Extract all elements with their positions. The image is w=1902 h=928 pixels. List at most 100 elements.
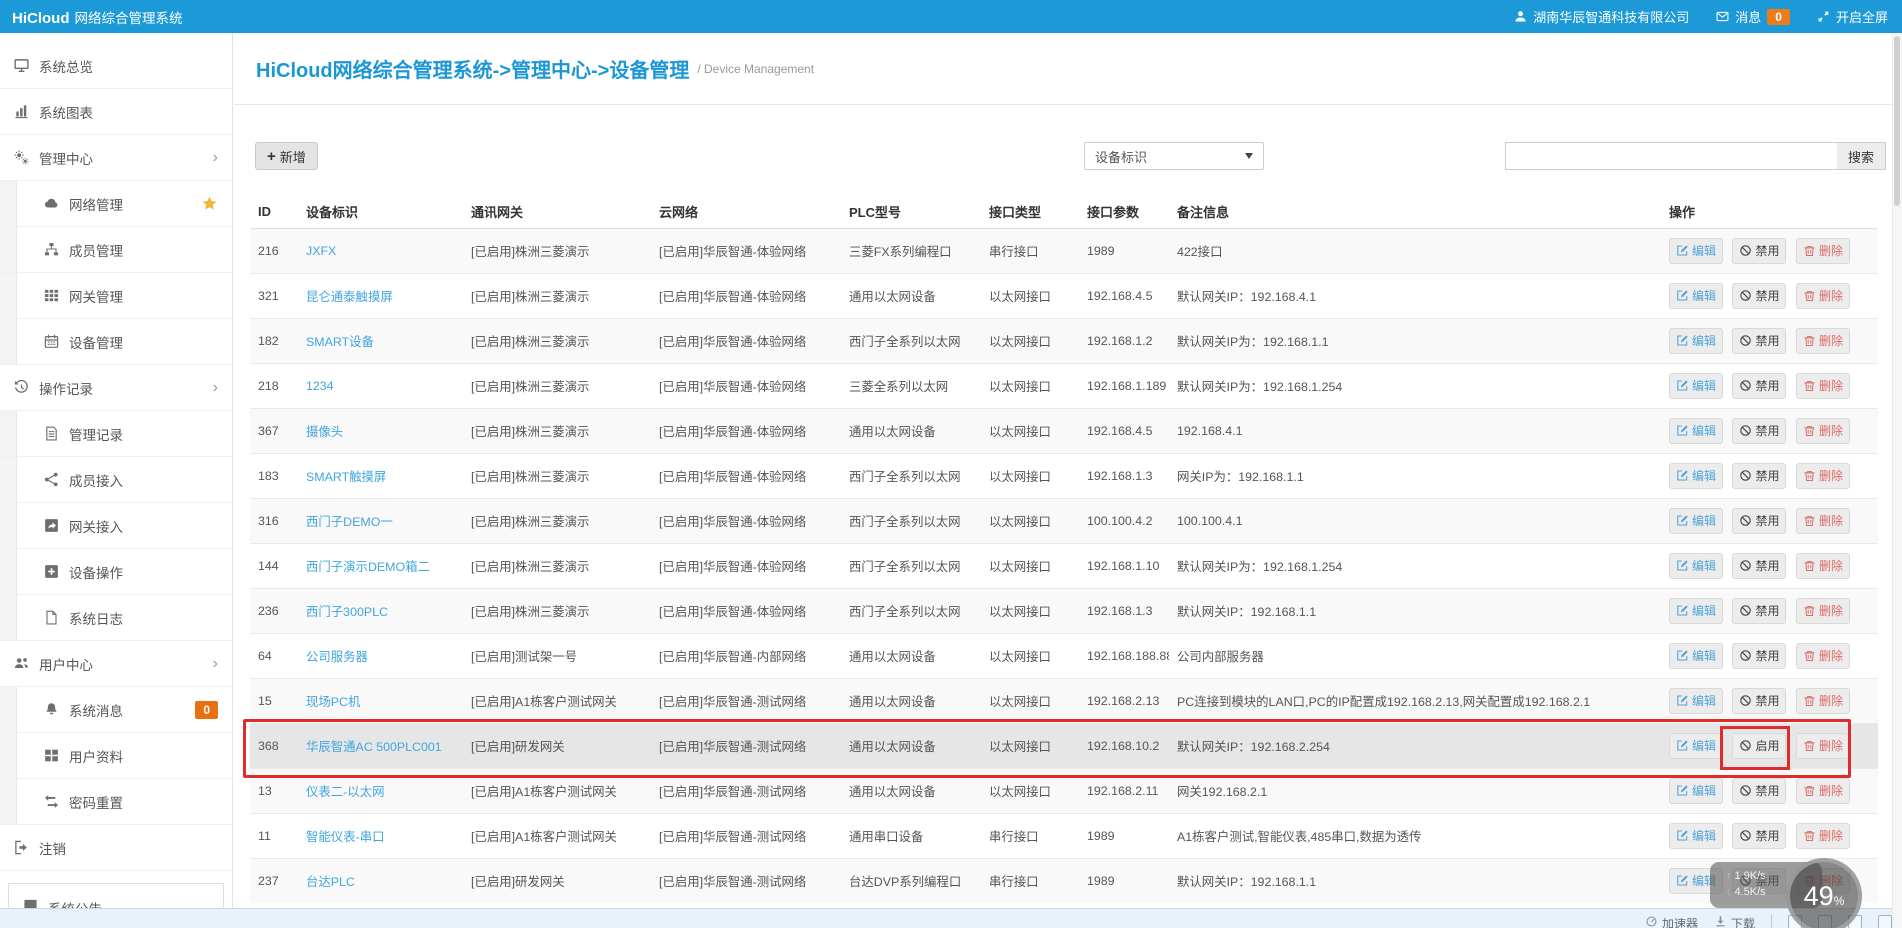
sidebar-item-device-management[interactable]: 设备管理 [0,319,232,365]
device-name-link[interactable]: 西门子演示DEMO箱二 [306,560,430,574]
col-gateway: 通讯网关 [463,195,651,229]
delete-button[interactable]: 删除 [1795,687,1850,714]
edit-button[interactable]: 编辑 [1669,822,1724,849]
delete-button[interactable]: 删除 [1795,282,1850,309]
device-name-link[interactable]: SMART设备 [306,335,374,349]
disable-button[interactable]: 禁用 [1732,552,1787,579]
sidebar-item-system-logs[interactable]: 系统日志 [0,595,232,641]
search-input[interactable] [1505,142,1838,170]
cell-gateway: [已启用]研发网关 [463,722,651,768]
sidebar-item-member-access[interactable]: 成员接入 [0,457,232,503]
disable-button[interactable]: 禁用 [1732,282,1787,309]
delete-button[interactable]: 删除 [1795,327,1850,354]
sidebar-item-system-messages[interactable]: 系统消息 0 [0,687,232,733]
device-name-link[interactable]: 西门子DEMO一 [306,515,393,529]
sidebar-item-gateway-management[interactable]: 网关管理 [0,273,232,319]
device-name-link[interactable]: 1234 [306,379,334,393]
device-name-link[interactable]: SMART触摸屏 [306,470,386,484]
sidebar-item-network-management[interactable]: 网络管理 [0,181,232,227]
device-name-link[interactable]: 现场PC机 [306,695,360,709]
browser-bottom-bar: 加速器 下载 [0,908,1902,928]
edit-button[interactable]: 编辑 [1669,282,1724,309]
edit-button[interactable]: 编辑 [1669,687,1724,714]
device-name-link[interactable]: 台达PLC [306,875,355,889]
edit-button[interactable]: 编辑 [1669,237,1724,264]
edit-button[interactable]: 编辑 [1669,597,1724,624]
toolbar-icon[interactable] [1878,915,1892,928]
edit-button[interactable]: 编辑 [1669,732,1724,759]
sidebar-item-system-charts[interactable]: 系统图表 [0,89,232,135]
edit-button[interactable]: 编辑 [1669,462,1724,489]
delete-button[interactable]: 删除 [1795,372,1850,399]
sidebar-item-gateway-access[interactable]: 网关接入 [0,503,232,549]
disable-button[interactable]: 禁用 [1732,237,1787,264]
cell-interface-param: 192.168.1.3 [1079,587,1169,633]
disable-button[interactable]: 禁用 [1732,687,1787,714]
disable-button[interactable]: 禁用 [1732,372,1787,399]
sidebar-item-admin-center[interactable]: 管理中心 › [0,135,232,181]
edit-button[interactable]: 编辑 [1669,777,1724,804]
delete-button[interactable]: 删除 [1795,552,1850,579]
device-name-link[interactable]: 摄像头 [306,425,343,439]
edit-button[interactable]: 编辑 [1669,372,1724,399]
cell-actions: 编辑 启用 删除 [1639,722,1878,768]
cell-remark: 默认网关IP为：192.168.1.254 [1169,542,1639,588]
search-button[interactable]: 搜索 [1837,142,1886,170]
chart-icon [14,104,30,120]
disable-button[interactable]: 禁用 [1732,642,1787,669]
device-name-link[interactable]: 昆仑通泰触摸屏 [306,290,393,304]
sidebar-item-user-profile[interactable]: 用户资料 [0,733,232,779]
edit-button[interactable]: 编辑 [1669,417,1724,444]
sidebar-item-password-reset[interactable]: 密码重置 [0,779,232,825]
file-icon [44,610,60,626]
edit-button[interactable]: 编辑 [1669,552,1724,579]
enable-button[interactable]: 启用 [1732,732,1787,759]
trash-icon [1803,649,1816,662]
edit-button[interactable]: 编辑 [1669,327,1724,354]
favorite-star-icon [201,195,218,212]
sidebar-item-user-center[interactable]: 用户中心 › [0,641,232,687]
sidebar-item-member-management[interactable]: 成员管理 [0,227,232,273]
edit-button[interactable]: 编辑 [1669,507,1724,534]
sidebar-item-device-operations[interactable]: 设备操作 [0,549,232,595]
delete-button[interactable]: 删除 [1795,642,1850,669]
sidebar-item-operation-records[interactable]: 操作记录 › [0,365,232,411]
scrollbar-thumb[interactable] [1894,36,1900,206]
sidebar-item-system-overview[interactable]: 系统总览 [0,43,232,89]
delete-button[interactable]: 删除 [1795,777,1850,804]
cell-id: 183 [250,452,298,498]
fullscreen-button[interactable]: 开启全屏 [1817,7,1888,26]
disable-button[interactable]: 禁用 [1732,327,1787,354]
sidebar-item-logout[interactable]: 注销 [0,825,232,871]
device-name-link[interactable]: 西门子300PLC [306,605,388,619]
edit-button[interactable]: 编辑 [1669,642,1724,669]
disable-button[interactable]: 禁用 [1732,462,1787,489]
download-button[interactable]: 下载 [1714,915,1755,928]
accelerator-button[interactable]: 加速器 [1645,915,1698,928]
disable-button[interactable]: 禁用 [1732,822,1787,849]
memory-percent-widget[interactable]: 49 % [1786,858,1862,928]
device-name-link[interactable]: 公司服务器 [306,650,368,664]
device-name-link[interactable]: 仪表二-以太网 [306,785,384,799]
disable-button[interactable]: 禁用 [1732,777,1787,804]
vertical-scrollbar[interactable] [1892,33,1902,928]
delete-button[interactable]: 删除 [1795,237,1850,264]
device-name-link[interactable]: 华辰智通AC 500PLC001 [306,740,442,754]
sitemap-icon [44,242,60,258]
delete-button[interactable]: 删除 [1795,462,1850,489]
sidebar-item-admin-records[interactable]: 管理记录 [0,411,232,457]
disable-button[interactable]: 禁用 [1732,417,1787,444]
delete-button[interactable]: 删除 [1795,732,1850,759]
delete-button[interactable]: 删除 [1795,507,1850,534]
disable-button[interactable]: 禁用 [1732,507,1787,534]
device-name-link[interactable]: 智能仪表-串口 [306,830,384,844]
add-device-button[interactable]: + 新增 [255,142,318,170]
delete-button[interactable]: 删除 [1795,597,1850,624]
delete-button[interactable]: 删除 [1795,417,1850,444]
messages-button[interactable]: 消息 0 [1716,7,1790,26]
delete-button[interactable]: 删除 [1795,822,1850,849]
disable-button[interactable]: 禁用 [1732,597,1787,624]
search-field-select[interactable]: 设备标识 [1084,142,1264,170]
company-account[interactable]: 湖南华辰智通科技有限公司 [1514,7,1689,26]
device-name-link[interactable]: JXFX [306,244,336,258]
